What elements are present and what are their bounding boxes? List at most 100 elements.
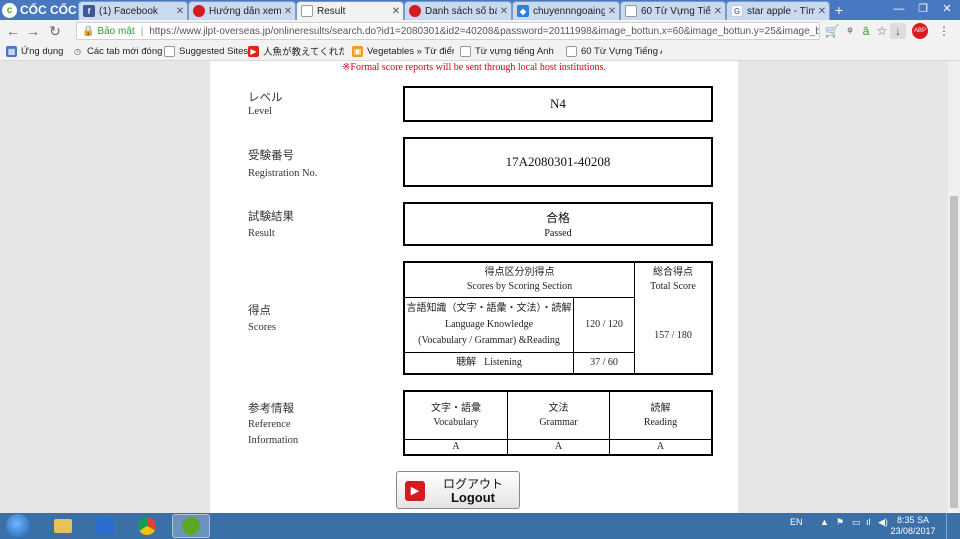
formal-report-notice: ※Formal score reports will be sent throu… [342,62,606,73]
close-icon[interactable]: ✕ [711,6,725,17]
reference-label-en2: Information [248,435,299,446]
reference-col-vocabulary: 文字・語彙 Vocabulary [405,392,507,439]
bookmark-label: 人魚が教えてくれたす [263,47,344,58]
listening-score-value: 37 / 60 [590,357,618,368]
ref-col-en: Reading [643,416,678,428]
result-value-en: Passed [544,228,572,239]
media-player-icon[interactable] [86,514,124,538]
close-window-button[interactable]: ✕ [936,0,958,18]
maximize-button[interactable]: ❐ [912,0,934,18]
clock-time: 8:35 SA [896,515,930,525]
browser-tab-strip: c CỐC CỐC f (1) Facebook ✕ Hướng dẫn xem… [0,0,960,20]
shopping-cart-icon[interactable]: 🛒 [824,23,840,39]
bookmark-star-icon[interactable]: ☆ [874,23,890,39]
language-indicator[interactable]: EN [790,517,803,527]
scores-label-jp: 得点 [248,305,271,317]
tab-google-search[interactable]: G star apple - Tìm với ✕ [726,1,830,20]
browser-brand[interactable]: c CỐC CỐC [2,1,77,19]
clock-date: 23/08/2017 [890,526,936,536]
reference-col-reading: 読解 Reading [610,392,711,439]
adblock-icon[interactable]: ABP [912,23,928,39]
listening-score: 37 / 60 [574,353,634,373]
bookmark-60-tu-vung[interactable]: 60 Từ Vựng Tiếng Anh [566,44,662,58]
bookmark-tu-vung[interactable]: Từ vựng tiếng Anh về [460,44,556,58]
bookmark-vegetables[interactable]: ▣ Vegetables » Từ điển [352,44,454,58]
registration-label-jp: 受験番号 [248,150,294,162]
page-icon [625,5,637,17]
back-arrow-icon[interactable]: ← [4,22,22,40]
level-value-box: N4 [403,86,713,122]
close-icon[interactable]: ✕ [389,6,403,17]
close-icon[interactable]: ✕ [605,6,619,17]
tray-arrow-icon[interactable]: ▲ [820,517,829,527]
reference-col-grammar: 文法 Grammar [508,392,609,439]
volume-icon[interactable]: ◀) [878,517,888,528]
apps-grid-icon: ▦ [6,45,17,57]
tab-facebook[interactable]: f (1) Facebook ✕ [78,1,188,20]
chrome-icon[interactable] [128,514,166,538]
tab-danh-sach[interactable]: Danh sách số báo danh ✕ [404,1,512,20]
close-icon[interactable]: ✕ [281,6,295,17]
tab-title: Hướng dẫn xem điểm [209,5,281,17]
vegetables-icon: ▣ [352,45,363,57]
coccoc-taskbar-icon[interactable] [172,514,210,538]
grade-grammar: A [508,440,609,454]
page-icon [164,45,175,57]
bookmark-label: Ứng dụng [21,45,64,57]
pin-icon[interactable]: ᵠ [842,23,858,39]
lk-label-jp: 言語知識（文字・語彙・文法）・読解 [406,303,572,314]
red-circle-icon [193,5,205,17]
bookmark-suggested-sites[interactable]: Suggested Sites [164,44,248,58]
bookmark-apps[interactable]: ▦ Ứng dụng [6,44,63,58]
menu-icon[interactable]: ⋮ [936,23,952,39]
result-label: 試験結果 Result [248,211,294,240]
total-header-jp: 総合得点 [653,267,693,278]
bookmark-recent-tabs[interactable]: ◷ Các tab mới đóng [72,44,162,58]
tab-dropbox[interactable]: ◆ chuyennngoainguda ✕ [512,1,620,20]
bookmark-label: 60 Từ Vựng Tiếng Anh [581,45,662,57]
bookmark-youtube[interactable]: ▶ 人魚が教えてくれたす [248,44,344,58]
scrollbar-thumb[interactable] [950,196,958,508]
ref-col-jp: 文法 [548,402,569,414]
lk-score: 120 / 120 [585,319,623,330]
browser-brand-label: CỐC CỐC [20,3,77,17]
forward-arrow-icon[interactable]: → [24,22,42,40]
tab-huong-dan[interactable]: Hướng dẫn xem điểm ✕ [188,1,296,20]
download-icon[interactable]: ↓ [890,23,906,39]
tab-result[interactable]: Result ✕ [296,1,404,20]
registration-value: 17A2080301-40208 [505,154,611,169]
listening-label-jp: 聴解 [456,357,477,368]
tab-60-tu-vung[interactable]: 60 Từ Vựng Tiếng ✕ [620,1,726,20]
logout-arrow-icon: ▶ [405,481,425,501]
section-header-jp: 得点区分別得点 [484,267,555,278]
monitor-icon[interactable]: ▭ [852,517,861,528]
new-tab-button[interactable]: + [832,3,846,17]
close-icon[interactable]: ✕ [173,6,187,17]
show-desktop-button[interactable] [946,513,960,539]
page-icon [460,45,471,57]
reload-icon[interactable]: ↻ [46,22,64,40]
minimize-button[interactable]: — [888,0,910,18]
bookmark-label: Các tab mới đóng [87,45,163,57]
ref-col-en: Vocabulary [433,416,479,428]
file-explorer-icon[interactable] [44,514,82,538]
total-header: 総合得点 Total Score [635,263,711,297]
url-input[interactable]: 🔒 Bảo mật | https://www.jlpt-overseas.jp… [76,22,820,40]
logout-button[interactable]: ▶ ログアウト Logout [396,471,520,509]
close-icon[interactable]: ✕ [815,6,829,17]
level-label: レベル Level [248,92,283,118]
start-button[interactable] [6,514,30,538]
close-icon[interactable]: ✕ [497,6,511,17]
result-value-box: 合格 Passed [403,202,713,246]
network-icon[interactable]: ıl [866,517,871,527]
grade-value: A [554,441,563,452]
secure-label: Bảo mật [97,25,135,37]
coccoc-logo-icon: c [2,2,17,18]
system-clock[interactable]: 8:35 SA 23/08/2017 [888,515,938,537]
listening-label-en: Listening [484,357,522,368]
scores-table: 得点区分別得点 Scores by Scoring Section 総合得点 T… [403,261,713,375]
section-header: 得点区分別得点 Scores by Scoring Section [405,263,634,297]
flag-icon[interactable]: ⚑ [836,517,844,528]
registration-value-box: 17A2080301-40208 [403,137,713,187]
translate-icon[interactable]: ā [858,23,874,39]
